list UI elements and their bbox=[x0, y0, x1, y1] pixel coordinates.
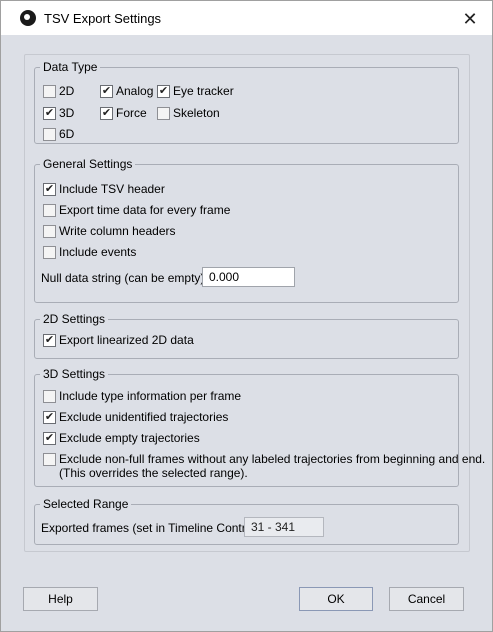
cancel-button[interactable]: Cancel bbox=[389, 587, 464, 611]
checkbox-exclude-empty[interactable]: ✔ Exclude empty trajectories bbox=[43, 431, 200, 445]
data-type-group: Data Type bbox=[34, 60, 459, 144]
checkbox-box[interactable]: ✔ bbox=[43, 431, 56, 445]
checkbox-2d[interactable]: 2D bbox=[43, 84, 74, 98]
checkbox-box[interactable]: ✔ bbox=[43, 410, 56, 424]
checkbox-exclude-unidentified[interactable]: ✔ Exclude unidentified trajectories bbox=[43, 410, 228, 424]
checkbox-label: 3D bbox=[59, 106, 75, 120]
group-title: 2D Settings bbox=[43, 312, 106, 326]
checkbox-label: Include TSV header bbox=[59, 182, 165, 196]
checkbox-write-column-headers[interactable]: Write column headers bbox=[43, 224, 176, 238]
checkbox-box[interactable] bbox=[43, 203, 56, 217]
checkbox-label: Eye tracker bbox=[173, 84, 234, 98]
settings-panel: Data Type 2D ✔ Analog ✔ Eye tracker ✔ 3D… bbox=[24, 54, 485, 552]
group-title: Data Type bbox=[43, 60, 98, 74]
app-logo-icon bbox=[20, 10, 36, 26]
title-bar: TSV Export Settings ✕ bbox=[1, 1, 492, 35]
group-title: General Settings bbox=[43, 157, 133, 171]
group-title: 3D Settings bbox=[43, 367, 106, 381]
group-title: Selected Range bbox=[43, 497, 129, 511]
checkbox-label: Include type information per frame bbox=[59, 389, 242, 403]
checkbox-box[interactable] bbox=[157, 106, 170, 120]
checkbox-analog[interactable]: ✔ Analog bbox=[100, 84, 153, 98]
checkbox-box[interactable] bbox=[43, 127, 56, 141]
checkbox-box[interactable]: ✔ bbox=[43, 182, 56, 196]
checkbox-exclude-non-full-frames[interactable]: Exclude non-full frames without any labe… bbox=[43, 452, 485, 466]
ok-button[interactable]: OK bbox=[299, 587, 373, 611]
checkbox-6d[interactable]: 6D bbox=[43, 127, 74, 141]
checkbox-label: Force bbox=[116, 106, 147, 120]
null-data-input[interactable] bbox=[202, 267, 295, 287]
checkbox-label: Skeleton bbox=[173, 106, 220, 120]
exported-frames-value: 31 - 341 bbox=[244, 517, 324, 537]
null-data-label: Null data string (can be empty): bbox=[41, 271, 208, 285]
checkbox-export-time-data[interactable]: Export time data for every frame bbox=[43, 203, 230, 217]
checkbox-label: Write column headers bbox=[59, 224, 176, 238]
checkbox-include-events[interactable]: Include events bbox=[43, 245, 136, 259]
checkbox-box[interactable]: ✔ bbox=[100, 106, 113, 120]
dialog-body: Data Type 2D ✔ Analog ✔ Eye tracker ✔ 3D… bbox=[1, 35, 492, 631]
checkbox-box[interactable]: ✔ bbox=[100, 84, 113, 98]
checkbox-label: Exclude unidentified trajectories bbox=[59, 410, 229, 424]
checkbox-box[interactable] bbox=[43, 389, 56, 403]
checkbox-include-tsv-header[interactable]: ✔ Include TSV header bbox=[43, 182, 165, 196]
checkbox-box[interactable] bbox=[43, 452, 56, 466]
help-button[interactable]: Help bbox=[23, 587, 98, 611]
checkbox-export-linearized-2d[interactable]: ✔ Export linearized 2D data bbox=[43, 333, 194, 347]
checkbox-force[interactable]: ✔ Force bbox=[100, 106, 147, 120]
checkbox-box[interactable]: ✔ bbox=[43, 106, 56, 120]
checkbox-skeleton[interactable]: Skeleton bbox=[157, 106, 220, 120]
checkbox-box[interactable]: ✔ bbox=[157, 84, 170, 98]
checkbox-label: 2D bbox=[59, 84, 75, 98]
checkbox-label: Export linearized 2D data bbox=[59, 333, 194, 347]
dialog-window: TSV Export Settings ✕ Data Type 2D ✔ Ana… bbox=[0, 0, 493, 632]
checkbox-label: Exclude empty trajectories bbox=[59, 431, 200, 445]
checkbox-label: 6D bbox=[59, 127, 75, 141]
checkbox-3d[interactable]: ✔ 3D bbox=[43, 106, 74, 120]
checkbox-eye-tracker[interactable]: ✔ Eye tracker bbox=[157, 84, 234, 98]
checkbox-label: Analog bbox=[116, 84, 154, 98]
checkbox-label: Exclude non-full frames without any labe… bbox=[59, 452, 486, 466]
checkbox-box[interactable] bbox=[43, 84, 56, 98]
checkbox-box[interactable]: ✔ bbox=[43, 333, 56, 347]
window-title: TSV Export Settings bbox=[44, 10, 162, 26]
exported-frames-label: Exported frames (set in Timeline Control… bbox=[41, 521, 260, 535]
checkbox-label: Include events bbox=[59, 245, 137, 259]
checkbox-box[interactable] bbox=[43, 245, 56, 259]
exclude-note: (This overrides the selected range). bbox=[59, 466, 248, 480]
checkbox-include-type-info[interactable]: Include type information per frame bbox=[43, 389, 241, 403]
close-button[interactable]: ✕ bbox=[460, 9, 480, 29]
checkbox-label: Export time data for every frame bbox=[59, 203, 231, 217]
checkbox-box[interactable] bbox=[43, 224, 56, 238]
